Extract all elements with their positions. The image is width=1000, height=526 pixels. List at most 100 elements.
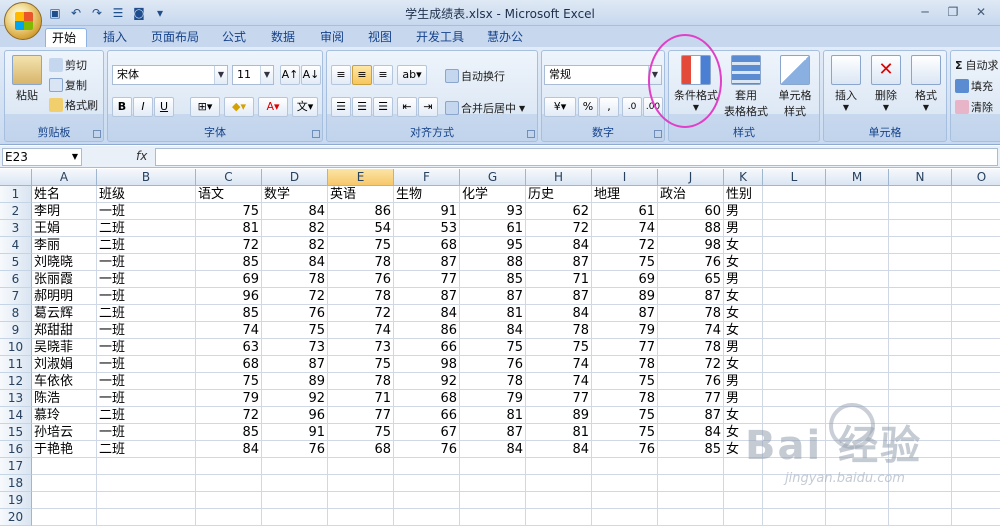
cell-o9[interactable] <box>952 322 1000 339</box>
merge-center-button[interactable]: 合并后居中 ▼ <box>445 100 525 116</box>
cell-h8[interactable]: 84 <box>526 305 592 322</box>
column-header-h[interactable]: H <box>526 169 592 186</box>
cell-g6[interactable]: 85 <box>460 271 526 288</box>
column-header-d[interactable]: D <box>262 169 328 186</box>
cell-j12[interactable]: 76 <box>658 373 724 390</box>
tab-page-layout[interactable]: 页面布局 <box>145 28 205 47</box>
cell-c7[interactable]: 96 <box>196 288 262 305</box>
cell-g20[interactable] <box>460 509 526 526</box>
cell-a11[interactable]: 刘淑娟 <box>32 356 97 373</box>
cell-o3[interactable] <box>952 220 1000 237</box>
tab-review[interactable]: 审阅 <box>314 28 350 47</box>
cell-f13[interactable]: 68 <box>394 390 460 407</box>
percent-button[interactable]: % <box>578 97 598 117</box>
cell-l6[interactable] <box>763 271 826 288</box>
cell-i2[interactable]: 61 <box>592 203 658 220</box>
cell-d15[interactable]: 91 <box>262 424 328 441</box>
cell-m5[interactable] <box>826 254 889 271</box>
cell-i7[interactable]: 89 <box>592 288 658 305</box>
cell-h2[interactable]: 62 <box>526 203 592 220</box>
cell-b1[interactable]: 班级 <box>97 186 196 203</box>
phonetic-icon[interactable]: 文▾ <box>292 97 318 117</box>
cell-h13[interactable]: 77 <box>526 390 592 407</box>
cell-o20[interactable] <box>952 509 1000 526</box>
row-header[interactable]: 4 <box>0 237 32 254</box>
row-header[interactable]: 14 <box>0 407 32 424</box>
cell-f10[interactable]: 66 <box>394 339 460 356</box>
cell-j9[interactable]: 74 <box>658 322 724 339</box>
cell-c4[interactable]: 72 <box>196 237 262 254</box>
cell-h5[interactable]: 87 <box>526 254 592 271</box>
cell-d19[interactable] <box>262 492 328 509</box>
cell-a8[interactable]: 葛云辉 <box>32 305 97 322</box>
cell-k5[interactable]: 女 <box>724 254 763 271</box>
cell-i15[interactable]: 75 <box>592 424 658 441</box>
cell-k10[interactable]: 男 <box>724 339 763 356</box>
cell-j17[interactable] <box>658 458 724 475</box>
cell-b15[interactable]: 一班 <box>97 424 196 441</box>
cell-o7[interactable] <box>952 288 1000 305</box>
cell-f16[interactable]: 76 <box>394 441 460 458</box>
cell-d5[interactable]: 84 <box>262 254 328 271</box>
cell-a17[interactable] <box>32 458 97 475</box>
cell-m11[interactable] <box>826 356 889 373</box>
cell-k6[interactable]: 男 <box>724 271 763 288</box>
office-button[interactable] <box>4 2 42 40</box>
column-header-g[interactable]: G <box>460 169 526 186</box>
fx-icon[interactable]: fx <box>136 149 147 163</box>
align-bottom-icon[interactable]: ≡ <box>373 65 393 85</box>
cell-l5[interactable] <box>763 254 826 271</box>
grow-font-icon[interactable]: A↑ <box>280 65 300 85</box>
cell-n20[interactable] <box>889 509 952 526</box>
cell-d20[interactable] <box>262 509 328 526</box>
increase-indent-icon[interactable]: ⇥ <box>418 97 438 117</box>
comma-button[interactable]: , <box>599 97 619 117</box>
tab-data[interactable]: 数据 <box>265 28 301 47</box>
cell-c18[interactable] <box>196 475 262 492</box>
column-header-l[interactable]: L <box>763 169 826 186</box>
cell-m12[interactable] <box>826 373 889 390</box>
border-icon[interactable]: ⊞▾ <box>190 97 220 117</box>
row-header[interactable]: 17 <box>0 458 32 475</box>
cell-e20[interactable] <box>328 509 394 526</box>
cell-j19[interactable] <box>658 492 724 509</box>
row-header[interactable]: 15 <box>0 424 32 441</box>
cell-b5[interactable]: 一班 <box>97 254 196 271</box>
row-header[interactable]: 8 <box>0 305 32 322</box>
cell-d9[interactable]: 75 <box>262 322 328 339</box>
cell-l11[interactable] <box>763 356 826 373</box>
cell-c13[interactable]: 79 <box>196 390 262 407</box>
cell-b18[interactable] <box>97 475 196 492</box>
tab-developer[interactable]: 开发工具 <box>410 28 470 47</box>
cell-i6[interactable]: 69 <box>592 271 658 288</box>
cell-i14[interactable]: 75 <box>592 407 658 424</box>
cell-a15[interactable]: 孙培云 <box>32 424 97 441</box>
cell-e9[interactable]: 74 <box>328 322 394 339</box>
row-header[interactable]: 16 <box>0 441 32 458</box>
cell-i1[interactable]: 地理 <box>592 186 658 203</box>
cell-o10[interactable] <box>952 339 1000 356</box>
cell-g5[interactable]: 88 <box>460 254 526 271</box>
column-header-e[interactable]: E <box>328 169 394 186</box>
align-center-icon[interactable]: ☰ <box>352 97 372 117</box>
cell-f7[interactable]: 87 <box>394 288 460 305</box>
cell-h6[interactable]: 71 <box>526 271 592 288</box>
cell-h12[interactable]: 74 <box>526 373 592 390</box>
cell-b20[interactable] <box>97 509 196 526</box>
cell-a5[interactable]: 刘晓晓 <box>32 254 97 271</box>
cell-e3[interactable]: 54 <box>328 220 394 237</box>
cell-g12[interactable]: 78 <box>460 373 526 390</box>
cut-button[interactable]: 剪切 <box>49 57 87 73</box>
cell-a13[interactable]: 陈浩 <box>32 390 97 407</box>
alignment-launcher[interactable] <box>527 130 535 138</box>
cell-j20[interactable] <box>658 509 724 526</box>
cell-b19[interactable] <box>97 492 196 509</box>
cell-e16[interactable]: 68 <box>328 441 394 458</box>
cell-e17[interactable] <box>328 458 394 475</box>
font-size-select[interactable]: 11 ▼ <box>232 65 274 85</box>
cell-d10[interactable]: 73 <box>262 339 328 356</box>
cell-f6[interactable]: 77 <box>394 271 460 288</box>
cell-h7[interactable]: 87 <box>526 288 592 305</box>
copy-button[interactable]: 复制 <box>49 77 87 93</box>
cell-h20[interactable] <box>526 509 592 526</box>
